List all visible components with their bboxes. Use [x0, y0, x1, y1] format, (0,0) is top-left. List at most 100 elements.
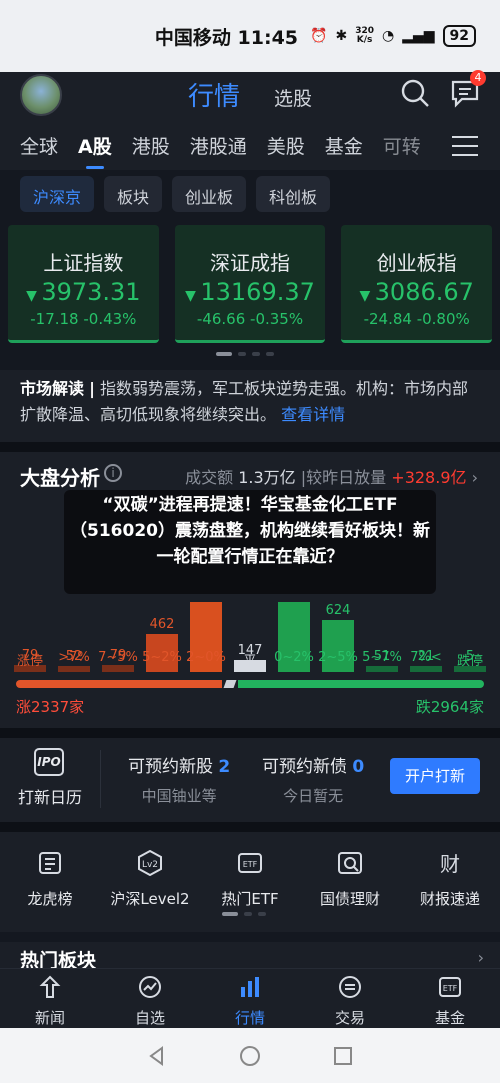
index-card-chinext[interactable]: 创业板指 ▼ 3086.67 -24.84 -0.80%: [341, 225, 493, 343]
tool-dragon-tiger[interactable]: 龙虎榜: [0, 832, 100, 932]
hot-sectors-title: 热门板块: [20, 950, 97, 968]
down-arrow-icon: ▼: [26, 288, 42, 304]
index-name: 上证指数: [43, 251, 124, 275]
up-down-ratio-bar: [16, 680, 484, 688]
bar-value-label: 624: [325, 603, 351, 619]
nav-market[interactable]: 行情: [200, 969, 300, 1028]
down-count: 跌2964家: [415, 698, 484, 716]
hot-sectors-header[interactable]: 热门板块 ›: [0, 942, 500, 968]
tool-earnings[interactable]: 财 财报速递: [400, 832, 500, 932]
market-icon: [241, 977, 259, 997]
index-change: -24.84 -0.80%: [363, 310, 470, 328]
tab-fund[interactable]: 基金: [325, 132, 363, 159]
index-name: 深证成指: [210, 251, 290, 275]
news-overlay[interactable]: “双碳”进程再提速！华宝基金化工ETF（516020）震荡盘整，机构继续看好板块…: [64, 490, 436, 594]
down-ratio: [237, 680, 484, 688]
info-icon[interactable]: i: [104, 464, 122, 482]
list-icon: [39, 852, 61, 874]
index-value: ▼ 3086.67: [359, 278, 474, 306]
search-icon[interactable]: [400, 78, 430, 108]
market-commentary[interactable]: 市场解读 | 指数弱势震荡，军工板块逆势走强。机构：市场内部扩散降温、高切低现象…: [0, 370, 500, 442]
chip-sector[interactable]: 板块: [104, 176, 163, 212]
bar-category-label: 2~0%: [186, 650, 226, 665]
tab-global[interactable]: 全球: [20, 132, 58, 159]
tool-hot-etf[interactable]: ETF 热门ETF: [200, 832, 300, 932]
tab-us[interactable]: 美股: [267, 132, 305, 159]
net-speed: 320 K/s: [355, 26, 374, 45]
commentary-text: 指数弱势震荡，军工板块逆势走强。机构：市场内部扩散降温、高切低现象将继续突出。: [20, 379, 469, 424]
chip-star-market[interactable]: 科创板: [256, 176, 331, 212]
app-header: 行情 选股 4: [0, 70, 500, 120]
tool-bond-finance[interactable]: 国债理财: [300, 832, 400, 932]
home-icon[interactable]: [239, 1045, 261, 1067]
menu-icon[interactable]: [452, 136, 478, 158]
up-ratio: [16, 680, 222, 688]
svg-text:Lv2: Lv2: [142, 860, 158, 870]
nav-news[interactable]: 新闻: [0, 969, 100, 1028]
chip-chinext[interactable]: 创业板: [172, 176, 247, 212]
avatar[interactable]: [20, 74, 62, 116]
back-icon[interactable]: [146, 1045, 168, 1067]
etf-icon: ETF: [238, 853, 262, 873]
trade-icon: [339, 976, 361, 998]
status-bar: 中国移动 11:45 ⏰ ✱ 320 K/s ◔ ▂▄▆ 92: [0, 0, 500, 72]
sub-tabs: 沪深京 板块 创业板 科创板: [0, 176, 500, 216]
market-tabs: 全球 A股 港股 港股通 美股 基金 可转: [0, 120, 500, 170]
commentary-label: 市场解读: [20, 379, 85, 398]
bar-category-label: 0~2%: [274, 650, 314, 665]
flat-ratio: [223, 680, 237, 688]
carrier-name: 中国移动: [154, 26, 231, 49]
index-card-sz[interactable]: 深证成指 ▼ 13169.37 -46.66 -0.35%: [174, 225, 326, 343]
tab-hk-connect[interactable]: 港股通: [190, 132, 247, 159]
overview-stats[interactable]: 成交额 1.3万亿 |较昨日放量 +328.9亿 ›: [185, 464, 478, 488]
open-account-button[interactable]: 开户打新: [390, 758, 480, 794]
recents-icon[interactable]: [332, 1045, 354, 1067]
wifi-icon: ◔: [381, 28, 395, 44]
index-change: -46.66 -0.35%: [196, 310, 304, 328]
bar-category-label: 2~5%: [318, 650, 358, 665]
alarm-icon: ⏰: [310, 28, 328, 44]
signal-icon: ▂▄▆: [402, 28, 435, 44]
status-icons: ⏰ ✱ 320 K/s ◔ ▂▄▆ 92: [310, 25, 476, 47]
section-divider: [0, 822, 500, 832]
ipo-calendar-label[interactable]: 打新日历: [18, 784, 82, 808]
down-arrow-icon: ▼: [359, 288, 375, 304]
section-divider: [0, 728, 500, 738]
tab-convertible[interactable]: 可转: [383, 132, 421, 159]
view-details-link[interactable]: 查看详情: [281, 405, 345, 424]
chevron-right-icon: ›: [477, 948, 484, 967]
index-cards: 上证指数 ▼ 3973.31 -17.18 -0.43% 深证成指 ▼ 1316…: [8, 225, 493, 343]
new-stocks-block[interactable]: 可预约新股 2 中国铀业等: [128, 752, 230, 806]
up-count: 涨2337家: [16, 698, 85, 716]
section-divider: [0, 442, 500, 452]
ipo-icon: IPO: [34, 748, 64, 776]
bar-value-label: 462: [149, 616, 175, 632]
system-nav-bar: [0, 1028, 500, 1083]
index-change: -17.18 -0.43%: [30, 310, 137, 328]
fund-icon: ETF: [439, 977, 461, 997]
chip-sh-sz-bj[interactable]: 沪深京: [20, 176, 95, 212]
index-card-sh[interactable]: 上证指数 ▼ 3973.31 -17.18 -0.43%: [8, 225, 159, 343]
watchlist-icon: [139, 976, 161, 998]
bar-category-label: 涨停: [16, 654, 43, 669]
news-icon: [39, 975, 61, 998]
bar-category-label: 平: [243, 654, 257, 669]
down-arrow-icon: ▼: [185, 288, 201, 304]
svg-text:财: 财: [440, 852, 460, 876]
index-value: ▼ 3973.31: [26, 278, 141, 306]
bluetooth-icon: ✱: [335, 28, 348, 44]
tab-a-share[interactable]: A股: [78, 132, 112, 169]
tool-level2[interactable]: Lv2 沪深Level2: [100, 832, 200, 932]
nav-fund[interactable]: ETF 基金: [400, 969, 500, 1028]
bar-category-label: 5~7%: [362, 650, 402, 665]
nav-watchlist[interactable]: 自选: [100, 969, 200, 1028]
message-badge: 4: [470, 70, 486, 86]
tool-pager-dots: [222, 912, 266, 916]
battery-icon: 92: [442, 25, 476, 47]
tab-hk[interactable]: 港股: [132, 132, 170, 159]
nav-trade[interactable]: 交易: [300, 969, 400, 1028]
clock: 11:45: [237, 26, 299, 49]
stock-picker-tab[interactable]: 选股: [274, 84, 312, 111]
page-title[interactable]: 行情: [188, 76, 240, 113]
new-bonds-block[interactable]: 可预约新债 0 今日暂无: [262, 752, 364, 806]
